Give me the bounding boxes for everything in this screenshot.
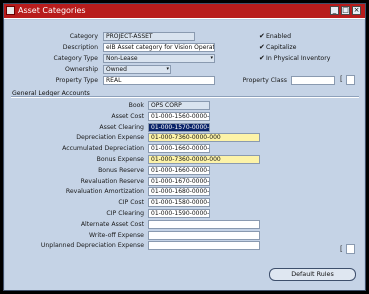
- minimize-button[interactable]: _: [330, 6, 339, 15]
- checkmark-icon: ✔: [259, 54, 265, 62]
- gl-row-label: Revaluation Reserve: [80, 177, 144, 185]
- gl-row-label: Write-off Expense: [89, 231, 144, 239]
- gl-row-label: CIP Cost: [118, 199, 144, 207]
- gl-row-field[interactable]: 01-000-1660-0000-000: [148, 165, 210, 175]
- asset-categories-window: Asset Categories _ □ × Category PROJECT-…: [3, 3, 366, 291]
- gl-row-field[interactable]: 01-000-1590-0000-000: [148, 209, 210, 218]
- capitalize-checkbox[interactable]: ✔Capitalize: [259, 43, 296, 52]
- property-type-label: Property Type: [55, 77, 98, 84]
- gl-row-field[interactable]: 01-000-7360-0000-000: [148, 133, 260, 143]
- property-type-field[interactable]: REAL: [103, 76, 215, 85]
- gl-row-label: Alternate Asset Cost: [80, 220, 144, 228]
- gl-row-label: Revaluation Amortization: [65, 188, 144, 196]
- flexfield-box[interactable]: [346, 75, 355, 85]
- gl-row-field[interactable]: 01-000-1660-0000-000: [148, 144, 210, 154]
- gl-row-label: CIP Clearing: [106, 210, 144, 217]
- description-label: Description: [62, 44, 98, 51]
- flexfield-bracket-icon[interactable]: [: [340, 75, 343, 83]
- enabled-checkbox[interactable]: ✔Enabled: [259, 32, 291, 41]
- category-type-value: Non-Lease: [106, 55, 138, 62]
- capitalize-label: Capitalize: [266, 44, 297, 51]
- ownership-label: Ownership: [65, 66, 98, 73]
- gl-row-field[interactable]: [148, 219, 260, 229]
- gl-row-field[interactable]: 01-000-1560-0000-000: [148, 111, 210, 121]
- section-divider: [11, 96, 359, 98]
- gl-row-field[interactable]: 01-000-7360-0000-000: [148, 155, 260, 164]
- physical-inventory-label: In Physical Inventory: [266, 55, 331, 62]
- description-field[interactable]: eIB Asset category for Vision Operations: [103, 43, 215, 52]
- gl-row-label: Bonus Reserve: [98, 166, 144, 174]
- flexfield-box[interactable]: [346, 244, 355, 254]
- gl-row-label: Unplanned Depreciation Expense: [40, 242, 144, 250]
- category-field[interactable]: PROJECT-ASSET: [103, 32, 195, 41]
- flexfield-bracket-icon[interactable]: [: [340, 245, 343, 253]
- checkmark-icon: ✔: [259, 43, 265, 51]
- gl-row-field[interactable]: 01-000-1670-0000-000: [148, 176, 210, 186]
- category-type-label: Category Type: [53, 55, 98, 62]
- category-label: Category: [69, 33, 98, 40]
- gl-row-field[interactable]: 01-000-1680-0000-000: [148, 187, 210, 197]
- window-title: Asset Categories: [18, 6, 86, 15]
- gl-row-field[interactable]: [148, 241, 260, 251]
- gl-row-label: Book: [128, 102, 144, 109]
- gl-row-label: Accumulated Depreciation: [62, 145, 144, 153]
- window-icon: [6, 6, 15, 15]
- chevron-down-icon[interactable]: ▾: [166, 66, 169, 73]
- title-bar: Asset Categories _ □ ×: [4, 4, 365, 19]
- property-class-label: Property Class: [242, 77, 287, 84]
- enabled-label: Enabled: [266, 33, 292, 40]
- ownership-value: Owned: [106, 66, 127, 73]
- property-class-field[interactable]: [291, 76, 335, 85]
- gl-row-field[interactable]: [148, 230, 260, 240]
- form-content: Category PROJECT-ASSET Description eIB A…: [5, 20, 364, 290]
- gl-row-field[interactable]: OPS CORP: [148, 101, 210, 110]
- physical-inventory-checkbox[interactable]: ✔In Physical Inventory: [259, 54, 330, 63]
- gl-row-label: Depreciation Expense: [76, 134, 144, 142]
- maximize-button[interactable]: □: [341, 6, 350, 15]
- chevron-down-icon[interactable]: ▾: [210, 55, 213, 62]
- gl-row-label: Asset Cost: [111, 112, 144, 120]
- category-type-select[interactable]: Non-Lease ▾: [103, 54, 215, 63]
- gl-row-label: Bonus Expense: [96, 156, 144, 163]
- gl-row-label: Asset Clearing: [99, 123, 144, 131]
- gl-row-field[interactable]: 01-000-1580-0000-000: [148, 198, 210, 208]
- default-rules-button[interactable]: Default Rules: [269, 268, 356, 281]
- checkmark-icon: ✔: [259, 32, 265, 40]
- close-button[interactable]: ×: [352, 6, 361, 15]
- ownership-select[interactable]: Owned ▾: [103, 65, 171, 74]
- gl-row-field[interactable]: 01-000-1570-0000-000: [148, 122, 210, 132]
